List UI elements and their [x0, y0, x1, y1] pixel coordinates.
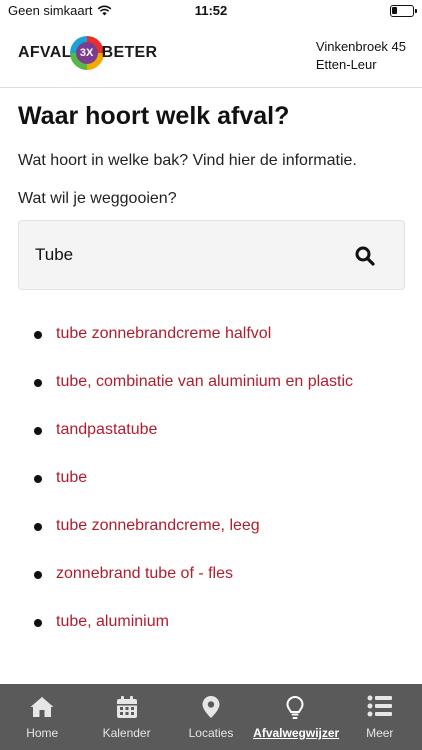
result-link[interactable]: tube zonnebrandcreme, leeg [56, 516, 260, 536]
bottom-tab-bar: Home Kalender Locaties Afvalwegwijzer Me… [0, 684, 422, 750]
list-item: tube, aluminium [18, 612, 406, 660]
address-street: Vinkenbroek 45 [315, 39, 406, 54]
status-bar: Geen simkaart 11:52 [0, 0, 422, 22]
list-item: zonnebrand tube of - fles [18, 564, 406, 612]
bullet-icon [34, 379, 42, 387]
calendar-icon [116, 696, 137, 718]
battery-icon [390, 5, 417, 17]
bullet-icon [34, 475, 42, 483]
search-question: Wat wil je weggooien? [18, 190, 177, 207]
search-input[interactable] [35, 221, 355, 289]
result-link[interactable]: zonnebrand tube of - fles [56, 564, 233, 584]
app-header: AFVAL 3X BETER Vinkenbroek 45 Etten-Leur [0, 22, 422, 88]
search-box [18, 220, 405, 290]
home-icon [30, 697, 54, 717]
search-icon[interactable] [354, 245, 376, 267]
tab-label: Afvalwegwijzer [253, 726, 340, 740]
list-item: tube [18, 468, 406, 516]
bullet-icon [34, 619, 42, 627]
result-link[interactable]: tandpastatube [56, 420, 157, 440]
list-item: tube zonnebrandcreme halfvol [18, 324, 406, 372]
address-city: Etten-Leur [315, 57, 377, 72]
lightbulb-icon [286, 695, 304, 719]
afval3xbeter-logo: AFVAL 3X BETER [18, 36, 157, 70]
result-link[interactable]: tube, combinatie van aluminium en plasti… [56, 372, 353, 392]
bullet-icon [34, 523, 42, 531]
map-pin-icon [202, 696, 220, 718]
tab-afvalwegwijzer[interactable]: Afvalwegwijzer [253, 684, 340, 750]
list-item: tandpastatube [18, 420, 406, 468]
intro-text: Wat hoort in welke bak? Vind hier de inf… [18, 152, 357, 169]
list-item: tube, combinatie van aluminium en plasti… [18, 372, 406, 420]
main-content: Waar hoort welk afval? Wat hoort in welk… [18, 88, 406, 660]
bullet-icon [34, 571, 42, 579]
logo-word-left: AFVAL [18, 44, 72, 61]
list-item: tube zonnebrandcreme, leeg [18, 516, 406, 564]
tab-label: Home [26, 726, 59, 740]
logo-badge-text: 3X [75, 42, 98, 64]
list-icon [367, 695, 392, 717]
tab-locaties[interactable]: Locaties [169, 684, 253, 750]
logo-badge-icon: 3X [69, 36, 104, 70]
page-title: Waar hoort welk afval? [18, 102, 290, 130]
tab-label: Meer [366, 726, 394, 740]
result-link[interactable]: tube, aluminium [56, 612, 169, 632]
clock: 11:52 [194, 3, 228, 18]
tab-meer[interactable]: Meer [338, 684, 422, 750]
results-list: tube zonnebrandcreme halfvol tube, combi… [18, 324, 406, 660]
tab-kalender[interactable]: Kalender [84, 684, 168, 750]
tab-label: Kalender [102, 726, 151, 740]
address: Vinkenbroek 45 Etten-Leur [316, 38, 406, 74]
tab-home[interactable]: Home [0, 684, 84, 750]
bullet-icon [34, 331, 42, 339]
bullet-icon [34, 427, 42, 435]
logo-word-right: BETER [101, 44, 158, 61]
result-link[interactable]: tube zonnebrandcreme halfvol [56, 324, 271, 344]
result-link[interactable]: tube [56, 468, 87, 488]
tab-label: Locaties [188, 726, 234, 740]
